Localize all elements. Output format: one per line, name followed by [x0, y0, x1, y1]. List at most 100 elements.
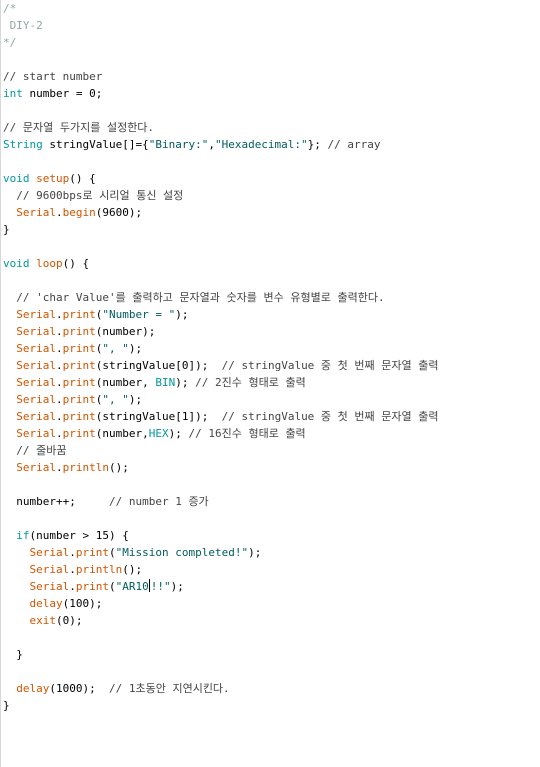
code-line[interactable]: void loop() {	[3, 255, 439, 272]
code-token: // array	[327, 138, 381, 151]
code-line[interactable]: Serial.print(number);	[3, 323, 439, 340]
code-line[interactable]: int number = 0;	[3, 85, 439, 102]
code-line[interactable]	[3, 663, 439, 680]
code-token: (	[109, 580, 116, 593]
code-token: print	[62, 410, 96, 423]
code-token: "Number = "	[102, 308, 176, 321]
code-token: Serial	[29, 580, 70, 593]
code-token: };	[307, 138, 328, 151]
code-token: print	[62, 393, 96, 406]
code-token: (100);	[62, 597, 103, 610]
code-line[interactable]	[3, 629, 439, 646]
code-line[interactable]: Serial.print(stringValue[0]); // stringV…	[3, 357, 438, 374]
code-line[interactable]: Serial.print(", ");	[3, 391, 439, 408]
code-line[interactable]	[3, 272, 439, 289]
code-token: print	[75, 546, 109, 559]
code-line[interactable]: delay(1000); // 1초동안 지연시킨다.	[3, 680, 439, 697]
code-token: print	[62, 325, 96, 338]
code-token: /*	[3, 2, 17, 15]
code-token: Serial	[16, 376, 56, 389]
code-line[interactable]: /*	[3, 0, 439, 17]
code-line[interactable]: Serial.print(number, BIN); // 2진수 형태로 출력	[3, 374, 439, 391]
code-line[interactable]: // 문자열 두가지를 설정한다.	[3, 119, 439, 136]
code-token: "Mission completed!"	[115, 546, 249, 559]
code-line[interactable]	[3, 476, 439, 493]
code-token: );	[175, 308, 189, 321]
code-line[interactable]	[3, 510, 439, 527]
code-token: DIY-2	[3, 19, 43, 32]
code-editor[interactable]: /* DIY-2 */ // start number int number = 0;…	[3, 0, 439, 714]
code-line[interactable]	[3, 102, 439, 119]
code-line[interactable]: // 'char Value'를 출력하고 문자열과 숫자를 변수 유형별로 출…	[3, 289, 439, 306]
code-line[interactable]: }	[3, 646, 439, 663]
code-line[interactable]: exit(0);	[3, 612, 439, 629]
code-token: (0);	[56, 614, 83, 627]
code-token: ();	[122, 563, 143, 576]
code-line[interactable]: Serial.print(number,HEX); // 16진수 형태로 출력	[3, 425, 439, 442]
code-line[interactable]: Serial.println();	[3, 561, 439, 578]
code-line[interactable]: }	[3, 697, 439, 714]
code-token: .	[56, 461, 63, 474]
code-token: if	[16, 529, 30, 542]
code-token: Serial	[29, 563, 70, 576]
code-line[interactable]: // 9600bps로 시리얼 통신 설정	[3, 187, 439, 204]
code-token: (number,	[95, 376, 156, 389]
code-token: println	[75, 563, 123, 576]
code-line[interactable]: // start number	[3, 68, 439, 85]
code-token: ", "	[102, 393, 129, 406]
code-line[interactable]: number++; // number 1 증가	[3, 493, 439, 510]
code-line[interactable]: */	[3, 34, 439, 51]
code-token: !!"	[150, 580, 171, 593]
code-token: Serial	[29, 546, 70, 559]
code-token: Serial	[16, 325, 56, 338]
code-token: Serial	[16, 393, 56, 406]
code-token: (number);	[95, 325, 156, 338]
code-token: void	[3, 257, 30, 270]
code-line[interactable]: void setup() {	[3, 170, 439, 187]
code-token: .	[69, 580, 76, 593]
code-line[interactable]: String stringValue[]={"Binary:","Hexadec…	[3, 136, 439, 153]
code-line[interactable]: Serial.print(", ");	[3, 340, 439, 357]
code-token: stringValue[]={	[42, 138, 149, 151]
code-line[interactable]: Serial.print("Mission completed!");	[3, 544, 439, 561]
code-line[interactable]: }	[3, 221, 439, 238]
code-token: print	[62, 427, 96, 440]
code-token: Serial	[16, 461, 56, 474]
code-line[interactable]	[3, 153, 439, 170]
code-line[interactable]: DIY-2	[3, 17, 439, 34]
code-token: () {	[62, 257, 90, 270]
code-token: setup	[36, 172, 70, 185]
code-line[interactable]: Serial.print(stringValue[1]); // stringV…	[3, 408, 438, 425]
code-token: }	[3, 648, 23, 661]
code-token: (number,	[95, 427, 149, 440]
code-line[interactable]: Serial.begin(9600);	[3, 204, 439, 221]
code-line[interactable]: // 줄바꿈	[3, 442, 439, 459]
code-line[interactable]: Serial.println();	[3, 459, 439, 476]
code-token: number = 0;	[22, 87, 103, 100]
code-token: (	[109, 546, 116, 559]
code-line[interactable]	[3, 51, 439, 68]
code-line[interactable]: if(number > 15) {	[3, 527, 439, 544]
code-line[interactable]	[3, 238, 439, 255]
code-token: print	[62, 342, 96, 355]
code-token: Serial	[16, 342, 56, 355]
code-token: );	[175, 376, 196, 389]
code-token: print	[62, 359, 96, 372]
code-token: print	[75, 580, 109, 593]
code-token: .	[56, 410, 63, 423]
code-token: // 'char Value'를 출력하고 문자열과 숫자를 변수 유형별로 출…	[3, 291, 385, 304]
code-token: "Hexadecimal:"	[214, 138, 308, 151]
code-line[interactable]: Serial.print("Number = ");	[3, 306, 439, 323]
code-token: void	[3, 172, 30, 185]
code-line[interactable]: delay(100);	[3, 595, 439, 612]
code-token: Serial	[16, 410, 56, 423]
code-line[interactable]: Serial.print("AR10 !!");	[3, 578, 439, 595]
code-token: .	[56, 342, 63, 355]
code-token: delay	[16, 682, 50, 695]
